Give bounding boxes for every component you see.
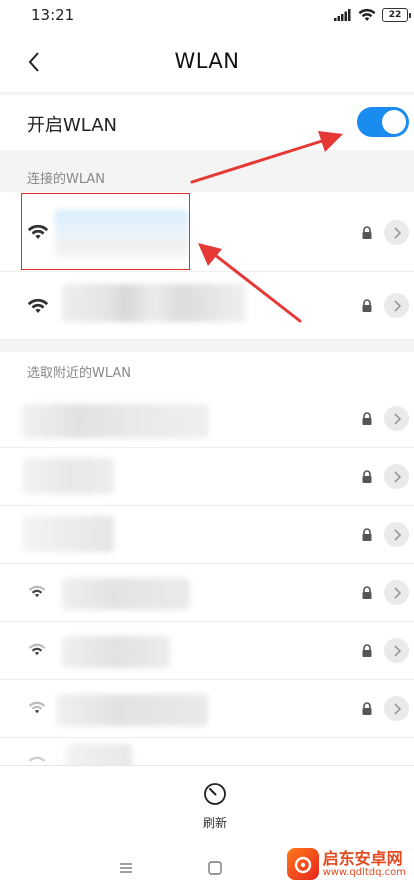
chevron-right-icon — [393, 299, 401, 312]
watermark-logo-icon — [286, 848, 319, 880]
chevron-right-icon — [393, 470, 401, 483]
nearby-section-header: 选取附近的WLAN — [0, 352, 414, 390]
watermark-text: 启东安卓网 www.qdltdq.com — [323, 850, 406, 879]
ssid-redacted — [62, 578, 190, 610]
watermark: 启东安卓网 www.qdltdq.com — [286, 848, 406, 880]
ssid-redacted — [62, 284, 246, 322]
status-icons: 22 — [334, 7, 411, 23]
ssid-redacted — [22, 458, 114, 494]
lock-icon — [362, 226, 372, 239]
watermark-url: www.qdltdq.com — [322, 867, 406, 879]
lock-icon — [362, 644, 372, 657]
lock-icon — [362, 528, 372, 541]
connected-section-title: 连接的WLAN — [27, 172, 106, 187]
status-bar: 13:21 22 — [0, 0, 414, 30]
wifi-icon — [28, 701, 46, 714]
wifi-icon — [28, 643, 46, 656]
network-detail-button[interactable] — [384, 464, 409, 489]
network-detail-button[interactable] — [384, 522, 409, 547]
wifi-icon — [27, 298, 49, 313]
ssid-redacted — [55, 210, 188, 258]
toggle-knob — [382, 110, 406, 134]
lock-icon — [362, 470, 372, 483]
home-icon — [208, 861, 222, 875]
refresh-button[interactable]: 刷新 — [187, 782, 243, 836]
watermark-title: 启东安卓网 — [322, 848, 403, 868]
network-detail-button[interactable] — [384, 696, 409, 721]
divider — [0, 150, 414, 160]
ssid-redacted — [22, 516, 114, 552]
chevron-right-icon — [393, 702, 401, 715]
page-title: WLAN — [174, 49, 240, 73]
network-detail-button[interactable] — [384, 406, 409, 431]
wifi-icon — [358, 8, 376, 21]
wifi-icon — [28, 756, 46, 762]
refresh-label: 刷新 — [202, 816, 227, 830]
nearby-network-row[interactable] — [0, 564, 414, 622]
lock-icon — [362, 412, 372, 425]
battery-icon: 22 — [382, 8, 411, 22]
network-detail-button[interactable] — [384, 220, 409, 245]
chevron-right-icon — [393, 644, 401, 657]
chevron-right-icon — [393, 528, 401, 541]
nav-bar: WLAN — [0, 30, 414, 92]
nearby-network-row[interactable] — [0, 680, 414, 738]
nearby-network-row[interactable] — [0, 506, 414, 564]
connected-network-row[interactable] — [0, 272, 414, 340]
nearby-network-row[interactable] — [0, 448, 414, 506]
nearby-section-title: 选取附近的WLAN — [27, 366, 132, 381]
chevron-right-icon — [393, 412, 401, 425]
ssid-redacted — [22, 404, 209, 438]
network-detail-button[interactable] — [384, 580, 409, 605]
chevron-right-icon — [393, 586, 401, 599]
wlan-toggle-row: 开启WLAN — [0, 95, 414, 150]
wlan-toggle-switch[interactable] — [357, 107, 409, 137]
ssid-redacted — [62, 636, 170, 668]
wifi-icon — [27, 224, 49, 239]
status-time: 13:21 — [31, 6, 75, 24]
wifi-icon — [28, 585, 46, 598]
battery-level: 22 — [388, 10, 402, 20]
lock-icon — [362, 299, 372, 312]
ssid-redacted — [66, 744, 132, 765]
lock-icon — [362, 586, 372, 599]
signal-icon — [334, 9, 351, 21]
nearby-network-row[interactable] — [0, 390, 414, 448]
menu-button[interactable] — [116, 859, 136, 877]
network-detail-button[interactable] — [384, 638, 409, 663]
ssid-redacted — [56, 694, 208, 726]
chevron-right-icon — [393, 226, 401, 239]
home-button[interactable] — [205, 859, 225, 877]
menu-icon — [120, 863, 132, 873]
connected-network-row[interactable] — [0, 192, 414, 272]
network-detail-button[interactable] — [384, 293, 409, 318]
bottom-action-bar: 刷新 — [0, 765, 414, 845]
wlan-toggle-label: 开启WLAN — [27, 115, 118, 136]
nearby-network-row[interactable] — [0, 738, 414, 765]
divider — [0, 340, 414, 352]
lock-icon — [362, 702, 372, 715]
nearby-network-row[interactable] — [0, 622, 414, 680]
refresh-icon — [204, 783, 226, 805]
connected-section-header: 连接的WLAN — [0, 160, 414, 192]
